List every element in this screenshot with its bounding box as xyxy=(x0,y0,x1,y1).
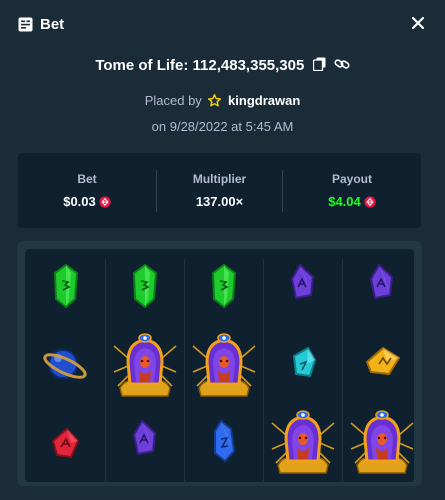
purple-gem-symbol xyxy=(106,405,184,481)
stat-payout: Payout $4.04 xyxy=(283,153,421,228)
stat-bet-label: Bet xyxy=(77,172,97,186)
game-id-row: Tome of Life: 112,483,355,305 xyxy=(0,57,445,75)
stat-payout-label: Payout xyxy=(331,172,372,186)
owl-totem-symbol xyxy=(264,405,342,481)
bet-stats-panel: Bet $0.03 Multiplier 137.00× Payout $4.0… xyxy=(18,153,421,228)
yellow-gem-symbol xyxy=(343,328,421,404)
coin-icon xyxy=(99,196,111,211)
link-icon[interactable] xyxy=(334,57,350,75)
stat-multiplier-value: 137.00× xyxy=(195,194,244,209)
placed-by-label: Placed by xyxy=(144,93,202,108)
game-id-label: Tome of Life: 112,483,355,305 xyxy=(95,57,305,74)
owl-totem-symbol xyxy=(185,328,263,404)
stat-multiplier: Multiplier 137.00× xyxy=(157,153,282,228)
blue-gem-symbol xyxy=(185,405,263,481)
purple-gem-symbol xyxy=(264,249,342,325)
star-icon xyxy=(208,94,222,110)
username-link[interactable]: kingdrawan xyxy=(228,93,300,108)
stat-multiplier-label: Multiplier xyxy=(192,172,247,186)
stat-bet-value-row: $0.03 xyxy=(18,194,156,211)
cyan-gem-symbol xyxy=(264,328,342,404)
coin-icon xyxy=(364,196,376,211)
bet-date: on 9/28/2022 at 5:45 AM xyxy=(151,119,294,134)
owl-totem-symbol xyxy=(106,328,184,404)
close-icon[interactable] xyxy=(409,14,427,32)
placed-by-row: Placed by kingdrawan xyxy=(0,93,445,110)
owl-totem-symbol xyxy=(343,405,421,481)
stat-payout-value: $4.04 xyxy=(328,194,361,209)
slot-board xyxy=(17,241,422,486)
purple-gem-symbol xyxy=(343,249,421,325)
red-gem-symbol xyxy=(27,405,105,481)
green-gem-symbol xyxy=(185,249,263,325)
stat-payout-value-row: $4.04 xyxy=(283,194,421,211)
bet-slip-icon xyxy=(18,17,33,32)
stat-bet-value: $0.03 xyxy=(63,194,96,209)
stat-bet: Bet $0.03 xyxy=(18,153,156,228)
modal-header: Bet xyxy=(0,0,445,48)
blue-orb-symbol xyxy=(27,328,105,404)
slot-reels xyxy=(25,249,414,484)
copy-icon[interactable] xyxy=(312,57,326,75)
green-gem-symbol xyxy=(27,249,105,325)
modal-title: Bet xyxy=(40,16,65,33)
green-gem-symbol xyxy=(106,249,184,325)
